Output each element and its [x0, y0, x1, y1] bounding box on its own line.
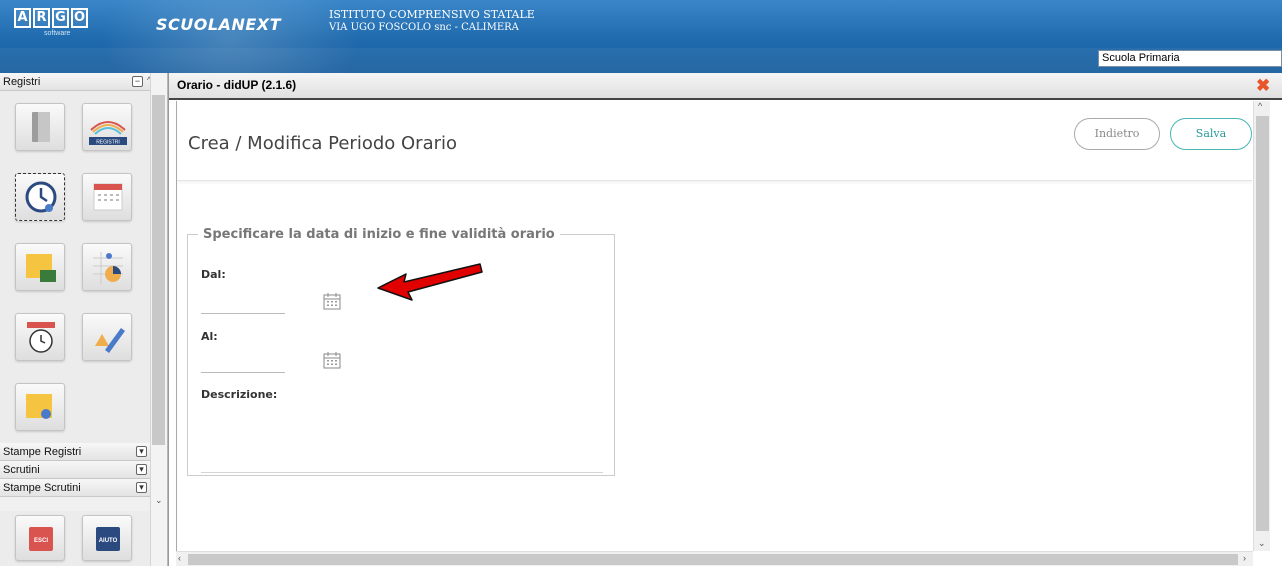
- student-note-tile[interactable]: [15, 383, 65, 431]
- school-level-select[interactable]: Scuola Primaria: [1098, 50, 1282, 67]
- sidebar-section-stampe-scrutini[interactable]: Stampe Scrutini ▾: [0, 479, 150, 497]
- vertical-scrollbar[interactable]: ^ ⌄: [1253, 101, 1270, 551]
- statistics-tile[interactable]: [82, 243, 132, 291]
- sidebar: Registri − ^ REGISTRI: [0, 73, 168, 566]
- expand-icon[interactable]: ▾: [136, 482, 147, 493]
- save-button[interactable]: Salva: [1170, 118, 1252, 150]
- school-address: VIA UGO FOSCOLO snc - CALIMERA: [329, 22, 519, 33]
- scroll-down-icon[interactable]: ⌄: [155, 495, 163, 506]
- calendar-icon: [93, 183, 123, 211]
- description-label: Descrizione:: [201, 388, 278, 401]
- registri-rainbow-icon: REGISTRI: [89, 121, 127, 146]
- from-label: Dal:: [201, 268, 226, 281]
- to-label: Al:: [201, 330, 218, 343]
- product-name: SCUOLANEXT: [156, 15, 282, 34]
- annotation-arrow-icon: [377, 263, 483, 301]
- section-label: Scrutini: [3, 464, 40, 476]
- sidebar-bottom: ESCI AIUTO: [0, 511, 150, 566]
- sidebar-section-scrutini[interactable]: Scrutini ▾: [0, 461, 150, 479]
- scrollbar-thumb[interactable]: [1256, 116, 1269, 531]
- book-icon: [32, 112, 50, 142]
- panel-titlebar: Orario - didUP (2.1.6) ✖: [169, 73, 1282, 100]
- calendar-tile[interactable]: [82, 173, 132, 221]
- calendar-clock-icon: [27, 322, 55, 353]
- chart-person-icon: [93, 252, 123, 284]
- logo-letter: O: [71, 8, 88, 28]
- scroll-up-icon[interactable]: ^: [1258, 101, 1262, 111]
- clock-person-icon: [25, 181, 57, 213]
- section-label: Registri: [3, 76, 41, 88]
- logo-letter: G: [52, 8, 69, 28]
- sidebar-scrollbar[interactable]: ⌄: [150, 73, 167, 566]
- panel-title: Orario - didUP (2.1.6): [177, 78, 297, 92]
- to-date-input[interactable]: [201, 353, 285, 373]
- sticky-note-icon: [26, 254, 56, 282]
- horizontal-scrollbar[interactable]: ‹ ›: [176, 551, 1253, 566]
- close-icon[interactable]: ✖: [1256, 77, 1270, 94]
- fieldset-legend: Specificare la data di inizio e fine val…: [203, 227, 555, 242]
- school-name: ISTITUTO COMPRENSIVO STATALE: [329, 8, 535, 21]
- sidebar-section-registri[interactable]: Registri − ^: [0, 73, 151, 91]
- annotation-tile[interactable]: [82, 313, 132, 361]
- back-button[interactable]: Indietro: [1074, 118, 1160, 150]
- orario-tile[interactable]: [15, 173, 65, 221]
- clock-calendar-tile[interactable]: [15, 313, 65, 361]
- argo-logo: A R G O: [14, 8, 88, 28]
- calendar-icon[interactable]: [323, 293, 341, 310]
- logo-subtitle: software: [44, 30, 71, 37]
- registro-book-tile[interactable]: [15, 103, 65, 151]
- description-field[interactable]: [201, 472, 603, 473]
- registri-tile[interactable]: REGISTRI: [82, 103, 132, 151]
- scroll-left-icon[interactable]: ‹: [178, 553, 181, 563]
- main-panel: Orario - didUP (2.1.6) ✖ Crea / Modifica…: [168, 73, 1282, 566]
- form-content: Crea / Modifica Periodo Orario Indietro …: [176, 101, 1252, 551]
- calendar-icon[interactable]: [323, 352, 341, 369]
- page-title: Crea / Modifica Periodo Orario: [188, 133, 458, 154]
- scroll-down-icon[interactable]: ⌄: [1258, 538, 1266, 549]
- from-date-input[interactable]: [201, 294, 285, 314]
- scroll-right-icon[interactable]: ›: [1243, 553, 1246, 563]
- svg-text:AIUTO: AIUTO: [99, 538, 118, 544]
- section-label: Stampe Registri: [3, 446, 82, 458]
- help-icon: AIUTO: [96, 527, 120, 551]
- svg-text:REGISTRI: REGISTRI: [96, 140, 120, 146]
- pencil-warning-icon: [95, 328, 125, 353]
- svg-text:ESCI: ESCI: [34, 538, 48, 544]
- logo-letter: A: [14, 8, 31, 28]
- exit-icon: ESCI: [29, 527, 53, 551]
- aiuto-button[interactable]: AIUTO: [82, 515, 132, 561]
- esci-button[interactable]: ESCI: [15, 515, 65, 561]
- expand-icon[interactable]: ▾: [136, 464, 147, 475]
- app-header: A R G O software SCUOLANEXT ISTITUTO COM…: [0, 0, 1282, 73]
- collapse-icon[interactable]: −: [132, 76, 143, 87]
- scrollbar-thumb[interactable]: [188, 554, 1238, 565]
- note-board-tile[interactable]: [15, 243, 65, 291]
- logo-letter: R: [33, 8, 50, 28]
- sidebar-section-stampe-registri[interactable]: Stampe Registri ▾: [0, 443, 150, 461]
- section-label: Stampe Scrutini: [3, 482, 81, 494]
- expand-icon[interactable]: ▾: [136, 446, 147, 457]
- app-window: A R G O software SCUOLANEXT ISTITUTO COM…: [0, 0, 1282, 566]
- scrollbar-thumb[interactable]: [152, 95, 165, 445]
- sticky-note-person-icon: [26, 394, 52, 419]
- registri-icon-grid: REGISTRI: [0, 91, 150, 443]
- form-header: Crea / Modifica Periodo Orario Indietro …: [177, 101, 1252, 181]
